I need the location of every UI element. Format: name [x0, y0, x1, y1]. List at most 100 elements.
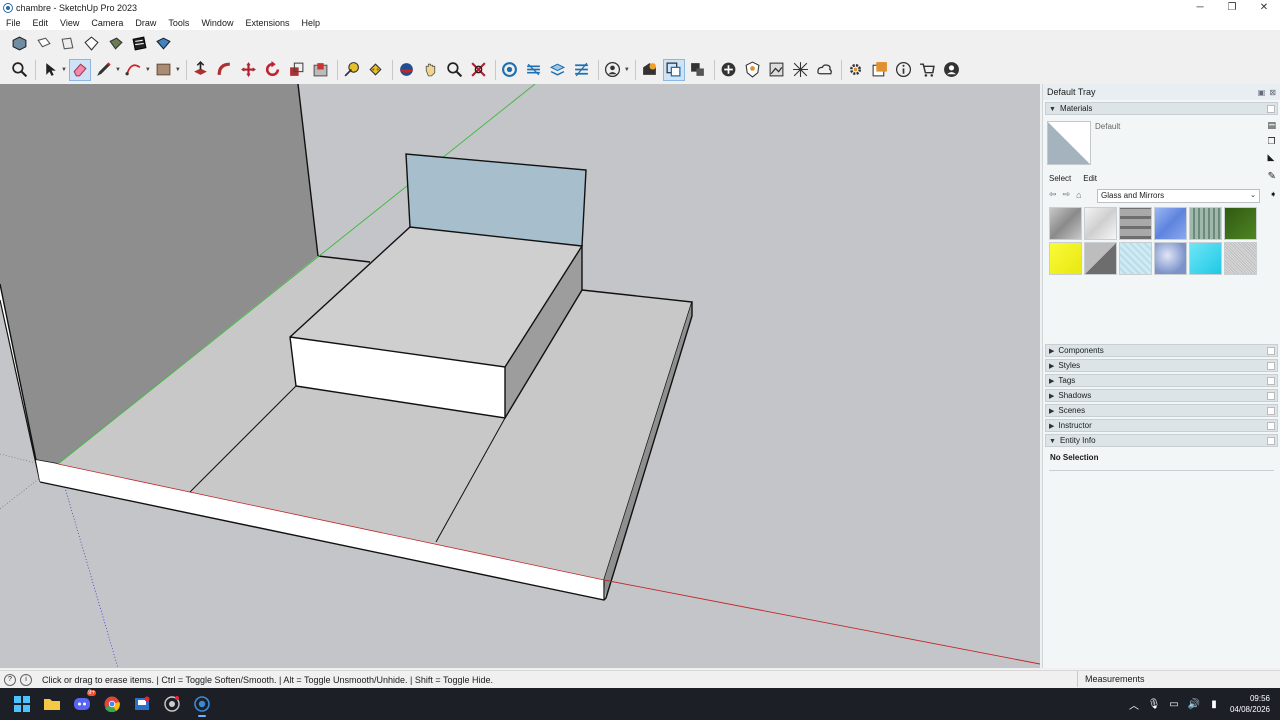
back-arrow-icon[interactable]: ⇦ — [1049, 189, 1057, 200]
obs-taskbar[interactable] — [158, 690, 186, 718]
preferences-button[interactable] — [845, 59, 867, 81]
swatch-cyan-glass[interactable] — [1189, 242, 1222, 275]
pan-tool-button[interactable] — [420, 59, 442, 81]
styles-panel-header[interactable]: ▶ Styles — [1045, 359, 1278, 372]
geo-location-button[interactable] — [742, 59, 764, 81]
default-material-icon[interactable]: ◣ — [1267, 152, 1276, 163]
move-tool-button[interactable] — [238, 59, 260, 81]
instructor-button[interactable] — [893, 59, 915, 81]
maximize-button[interactable]: ❐ — [1216, 0, 1248, 15]
select-tool-button[interactable] — [39, 59, 61, 81]
file-explorer-taskbar[interactable] — [38, 690, 66, 718]
close-panel-icon[interactable] — [1267, 391, 1275, 400]
components-button[interactable] — [662, 58, 685, 81]
minimize-button[interactable]: ─ — [1184, 0, 1216, 15]
line-dropdown-icon[interactable]: ▼ — [115, 67, 121, 73]
scenes-panel-header[interactable]: ▶ Scenes — [1045, 404, 1278, 417]
geolocation-icon[interactable]: ? — [4, 673, 16, 686]
swatch-dark-green-glass[interactable] — [1224, 207, 1257, 240]
measurements-box[interactable]: Measurements — [1077, 671, 1280, 687]
close-panel-icon[interactable] — [1267, 421, 1275, 430]
scale-tool-button[interactable] — [286, 59, 308, 81]
entity-info-panel-header[interactable]: ▼ Entity Info — [1045, 434, 1278, 447]
tape-measure-button[interactable] — [341, 59, 363, 81]
close-panel-icon[interactable] — [1267, 376, 1275, 385]
swatch-grey-glass[interactable] — [1049, 207, 1082, 240]
close-panel-icon[interactable] — [1267, 104, 1275, 113]
model-viewport[interactable] — [0, 84, 1040, 668]
photo-texture-button[interactable] — [766, 59, 788, 81]
zoom-extents-tool-button[interactable] — [468, 59, 490, 81]
clock[interactable]: 09:56 04/08/2026 — [1224, 693, 1280, 715]
swatch-green-textured-glass[interactable] — [1189, 207, 1222, 240]
zoom-extents-button[interactable] — [8, 59, 30, 81]
start-button[interactable] — [8, 690, 36, 718]
create-material-icon[interactable]: ❐ — [1267, 136, 1276, 147]
display-icon[interactable]: ▭ — [1164, 699, 1184, 710]
section-plane-button[interactable] — [499, 59, 521, 81]
swatch-mirror[interactable] — [1084, 207, 1117, 240]
3d-warehouse-button[interactable] — [639, 59, 661, 81]
rotate-tool-button[interactable] — [262, 59, 284, 81]
section-display-button[interactable] — [523, 59, 545, 81]
zoom-tool-button[interactable] — [444, 59, 466, 81]
material-library-select[interactable]: Glass and Mirrors ⌄ — [1097, 189, 1260, 203]
credits-icon[interactable]: i — [20, 673, 32, 686]
menu-extensions[interactable]: Extensions — [239, 18, 295, 28]
microphone-icon[interactable]: 🎙 — [1144, 699, 1164, 710]
offset-tool-button[interactable] — [310, 59, 332, 81]
eraser-tool-button[interactable] — [68, 58, 91, 81]
swatch-glass-block[interactable] — [1119, 207, 1152, 240]
select-dropdown-icon[interactable]: ▼ — [61, 67, 67, 73]
close-panel-icon[interactable] — [1267, 346, 1275, 355]
tab-edit[interactable]: Edit — [1083, 174, 1097, 183]
paint-bucket-button[interactable] — [365, 59, 387, 81]
menu-file[interactable]: File — [0, 18, 27, 28]
swatch-grey-gradient-glass[interactable] — [1084, 242, 1117, 275]
follow-me-button[interactable] — [214, 59, 236, 81]
store-button[interactable] — [917, 59, 939, 81]
orbit-tool-button[interactable] — [396, 59, 418, 81]
battery-icon[interactable]: ▮ — [1204, 699, 1224, 710]
pin-icon[interactable]: ▣ — [1258, 88, 1266, 97]
swatch-blue-glass[interactable] — [1154, 207, 1187, 240]
instructor-panel-header[interactable]: ▶ Instructor — [1045, 419, 1278, 432]
account-button[interactable] — [602, 59, 624, 81]
menu-draw[interactable]: Draw — [129, 18, 162, 28]
close-panel-icon[interactable] — [1267, 361, 1275, 370]
back-view-button[interactable] — [104, 32, 126, 54]
chevron-up-icon[interactable]: ︿ — [1124, 697, 1144, 712]
swatch-light-blue-pattern[interactable] — [1119, 242, 1152, 275]
menu-window[interactable]: Window — [195, 18, 239, 28]
account-dropdown-icon[interactable]: ▼ — [624, 67, 630, 73]
home-icon[interactable]: ⌂ — [1076, 190, 1081, 200]
layout-button[interactable] — [869, 59, 891, 81]
chrome-taskbar[interactable] — [98, 690, 126, 718]
section-cuts-button[interactable] — [547, 59, 569, 81]
push-pull-button[interactable] — [190, 59, 212, 81]
rectangle-tool-button[interactable] — [153, 59, 175, 81]
materials-panel-header[interactable]: ▼ Materials — [1045, 102, 1278, 115]
forward-arrow-icon[interactable]: ⇨ — [1063, 189, 1071, 200]
sketchup-taskbar[interactable] — [188, 690, 216, 718]
details-arrow-icon[interactable]: ➧ — [1269, 189, 1277, 200]
discord-taskbar[interactable]: 9+ — [68, 690, 96, 718]
close-tray-icon[interactable]: ⊠ — [1269, 88, 1276, 97]
terrain-button[interactable] — [790, 59, 812, 81]
iso-view-button[interactable] — [8, 32, 30, 54]
sample-paint-icon[interactable]: ✎ — [1268, 171, 1276, 182]
close-panel-icon[interactable] — [1267, 406, 1275, 415]
arc-dropdown-icon[interactable]: ▼ — [145, 67, 151, 73]
swatch-frosted-glass[interactable] — [1224, 242, 1257, 275]
menu-edit[interactable]: Edit — [27, 18, 55, 28]
swatch-yellow-glass[interactable] — [1049, 242, 1082, 275]
arc-tool-button[interactable] — [123, 59, 145, 81]
swatch-cloud-glass[interactable] — [1154, 242, 1187, 275]
shadows-panel-header[interactable]: ▶ Shadows — [1045, 389, 1278, 402]
menu-camera[interactable]: Camera — [85, 18, 129, 28]
cloud-button[interactable] — [814, 59, 836, 81]
front-view-button[interactable] — [56, 32, 78, 54]
shape-dropdown-icon[interactable]: ▼ — [175, 67, 181, 73]
profile-button[interactable] — [941, 59, 963, 81]
add-location-button[interactable] — [718, 59, 740, 81]
